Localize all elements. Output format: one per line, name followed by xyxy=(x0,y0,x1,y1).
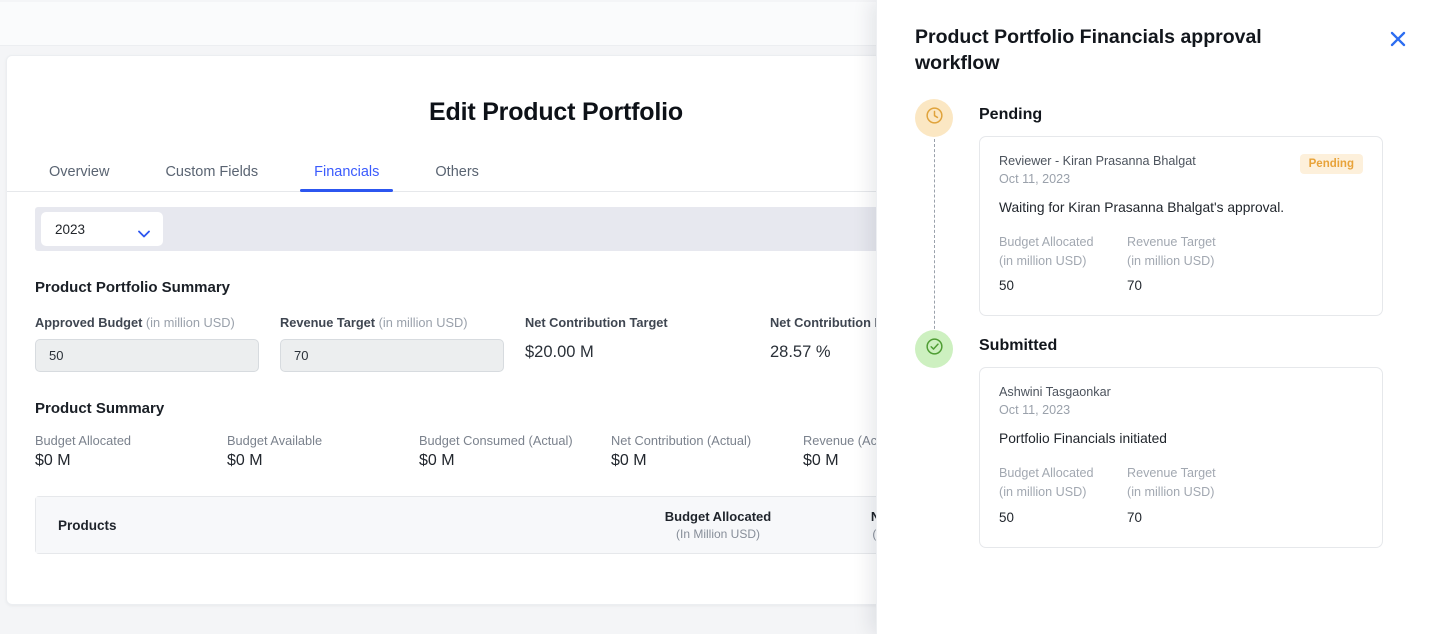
metric-budget-available: Budget Available $0 M xyxy=(227,433,419,470)
timeline-step-body: Submitted Ashwini Tasgaonkar Oct 11, 202… xyxy=(959,330,1383,562)
metric-net-contribution-actual: Net Contribution (Actual) $0 M xyxy=(611,433,803,470)
label-text: Approved Budget xyxy=(35,315,143,330)
revenue-target-input[interactable]: 70 xyxy=(280,339,504,372)
metric-value: $0 M xyxy=(419,452,455,469)
timeline-step-body: Pending Reviewer - Kiran Prasanna Bhalga… xyxy=(959,99,1383,331)
metric-label: Budget Allocated xyxy=(35,433,132,448)
metric-budget-consumed-actual: Budget Consumed (Actual) $0 M xyxy=(419,433,611,470)
metric-label-unit: (in million USD) xyxy=(999,253,1087,268)
approval-workflow-drawer: Product Portfolio Financials approval wo… xyxy=(876,0,1445,634)
approval-card-submitted: Ashwini Tasgaonkar Oct 11, 2023 Portfoli… xyxy=(979,367,1383,549)
metric-label-unit: (in million USD) xyxy=(1127,253,1215,268)
metric-label: Budget Allocated (in million USD) xyxy=(999,464,1127,502)
status-dot-pending xyxy=(915,98,953,137)
screen-root: Edit Product Portfolio Overview Custom F… xyxy=(0,0,1445,634)
chevron-down-icon xyxy=(138,226,150,237)
column-header-title: Budget Allocated xyxy=(664,509,772,525)
metric-label: Budget Consumed (Actual) xyxy=(419,433,573,448)
card-header: Reviewer - Kiran Prasanna Bhalgat Oct 11… xyxy=(999,153,1363,186)
field-net-contribution-target: Net Contribution Target $20.00 M xyxy=(525,315,770,372)
tab-financials[interactable]: Financials xyxy=(300,164,394,192)
metric-revenue-target: Revenue Target (in million USD) 70 xyxy=(1127,233,1255,294)
metric-value: 70 xyxy=(1127,278,1142,294)
metric-label: Budget Available xyxy=(227,433,323,448)
net-contribution-target-value: $20.00 M xyxy=(525,343,594,361)
timeline-marker xyxy=(915,98,959,345)
metric-value: $0 M xyxy=(611,452,647,469)
metric-label-unit: (in million USD) xyxy=(999,485,1087,500)
status-dot-submitted xyxy=(915,330,953,369)
metric-label: Revenue Target (in million USD) xyxy=(1127,464,1255,502)
metric-label: Revenue Target (in million USD) xyxy=(1127,233,1255,271)
submitter-name: Ashwini Tasgaonkar xyxy=(999,385,1111,400)
field-label: Net Contribution Target xyxy=(525,315,668,330)
approval-timeline: Pending Reviewer - Kiran Prasanna Bhalga… xyxy=(877,98,1445,563)
metric-budget-allocated: Budget Allocated $0 M xyxy=(35,433,227,470)
field-approved-budget: Approved Budget (in million USD) 50 xyxy=(35,315,280,372)
year-select-value: 2023 xyxy=(55,221,86,237)
metric-value: $0 M xyxy=(35,452,71,469)
drawer-title: Product Portfolio Financials approval wo… xyxy=(915,26,1262,75)
column-header-subtitle: (In Million USD) xyxy=(675,526,760,541)
year-select[interactable]: 2023 xyxy=(41,212,163,246)
status-message: Waiting for Kiran Prasanna Bhalgat's app… xyxy=(999,199,1285,215)
approval-card-pending: Reviewer - Kiran Prasanna Bhalgat Oct 11… xyxy=(979,135,1383,317)
metric-label-unit: (in million USD) xyxy=(1127,485,1215,500)
timeline-connector xyxy=(934,138,935,345)
label-text: Revenue Target xyxy=(280,315,376,330)
column-header-products: Products xyxy=(58,517,117,533)
field-label: Approved Budget (in million USD) xyxy=(35,315,280,330)
metric-budget-allocated: Budget Allocated (in million USD) 50 xyxy=(999,464,1127,525)
approved-budget-input[interactable]: 50 xyxy=(35,339,259,372)
card-header-text: Reviewer - Kiran Prasanna Bhalgat Oct 11… xyxy=(999,154,1196,186)
drawer-header: Product Portfolio Financials approval wo… xyxy=(877,0,1445,77)
metric-value: 50 xyxy=(999,278,1014,294)
metric-label-title: Budget Allocated xyxy=(999,466,1094,481)
metric-label: Budget Allocated (in million USD) xyxy=(999,233,1127,271)
check-circle-icon xyxy=(924,336,945,362)
card-header: Ashwini Tasgaonkar Oct 11, 2023 xyxy=(999,385,1363,417)
step-heading: Submitted xyxy=(979,337,1058,355)
reviewer-name: Reviewer - Kiran Prasanna Bhalgat xyxy=(999,153,1196,168)
metric-revenue-target: Revenue Target (in million USD) 70 xyxy=(1127,464,1255,525)
metrics-row: Budget Allocated (in million USD) 50 Rev… xyxy=(999,464,1363,525)
card-header-text: Ashwini Tasgaonkar Oct 11, 2023 xyxy=(999,385,1111,417)
label-unit: (in million USD) xyxy=(378,315,468,330)
tab-others[interactable]: Others xyxy=(421,164,493,191)
metric-value: $0 M xyxy=(227,452,263,469)
metrics-row: Budget Allocated (in million USD) 50 Rev… xyxy=(999,233,1363,294)
step-heading: Pending xyxy=(979,105,1043,123)
label-unit: (in million USD) xyxy=(145,315,235,330)
metric-label-title: Budget Allocated xyxy=(999,234,1094,249)
status-badge: Pending xyxy=(1299,153,1363,174)
column-header-budget-allocated: Budget Allocated (In Million USD) xyxy=(628,508,808,542)
clock-icon xyxy=(924,105,945,131)
tab-custom-fields[interactable]: Custom Fields xyxy=(151,164,272,191)
timeline-step-pending: Pending Reviewer - Kiran Prasanna Bhalga… xyxy=(915,98,1383,345)
status-message: Portfolio Financials initiated xyxy=(999,431,1167,447)
tab-overview[interactable]: Overview xyxy=(35,164,123,191)
timeline-step-submitted: Submitted Ashwini Tasgaonkar Oct 11, 202… xyxy=(915,330,1383,562)
metric-label-title: Revenue Target xyxy=(1127,466,1216,481)
field-label: Revenue Target (in million USD) xyxy=(280,315,525,330)
metric-value: 70 xyxy=(1127,510,1142,526)
close-icon xyxy=(1389,30,1407,53)
timeline-marker xyxy=(915,330,959,562)
metric-value: 50 xyxy=(999,510,1014,526)
metric-label: Net Contribution (Actual) xyxy=(611,433,752,448)
field-revenue-target: Revenue Target (in million USD) 70 xyxy=(280,315,525,372)
close-button[interactable] xyxy=(1385,28,1411,54)
timestamp: Oct 11, 2023 xyxy=(999,403,1071,418)
timestamp: Oct 11, 2023 xyxy=(999,171,1071,186)
metric-budget-allocated: Budget Allocated (in million USD) 50 xyxy=(999,233,1127,294)
metric-label-title: Revenue Target xyxy=(1127,234,1216,249)
